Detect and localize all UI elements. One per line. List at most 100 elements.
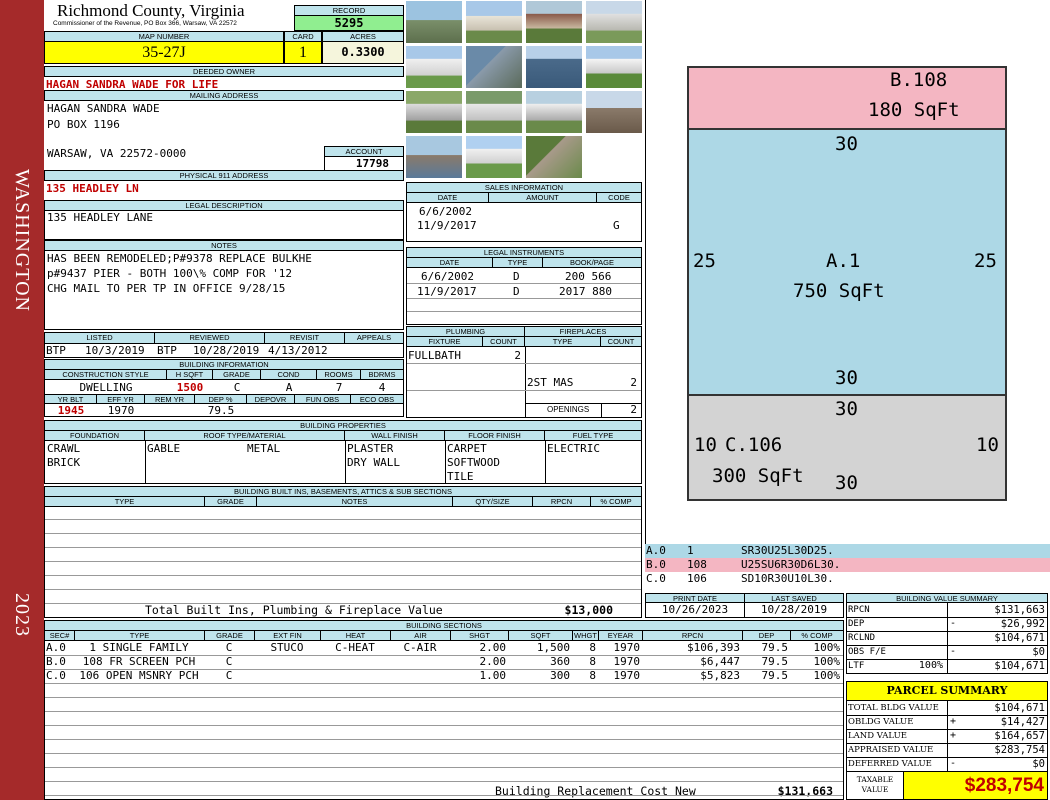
row-divider bbox=[45, 781, 843, 782]
card-number: 1 bbox=[284, 41, 322, 64]
taxable-label-line: VALUE bbox=[861, 785, 889, 794]
row-divider bbox=[407, 390, 641, 391]
year: 2023 bbox=[11, 593, 33, 637]
col-count: COUNT bbox=[601, 337, 641, 347]
instr-date: 6/6/2002 bbox=[421, 270, 474, 283]
col-eco-obs: ECO OBS bbox=[351, 394, 403, 404]
col-construction-style: CONSTRUCTION STYLE bbox=[45, 370, 167, 380]
divider bbox=[345, 441, 346, 483]
col-depovr: DEPOVR bbox=[247, 394, 295, 404]
section-cell: 106 OPEN MSNRY PCH bbox=[79, 669, 199, 682]
physical-address-label: PHYSICAL 911 ADDRESS bbox=[44, 170, 404, 181]
mailing-line-2: PO BOX 1196 bbox=[47, 118, 120, 131]
floor-finish: TILE bbox=[447, 470, 474, 483]
property-photo bbox=[525, 0, 583, 44]
bvs-label: RCLND bbox=[848, 633, 876, 643]
vector-row: B.0 108 U25SU6R30D6L30. bbox=[645, 558, 1050, 572]
col-rem-yr: REM YR bbox=[145, 394, 195, 404]
col-rooms: ROOMS bbox=[317, 370, 361, 380]
parcel-summary: TOTAL BLDG VALUE $104,671 OBLDG VALUE + $14,… bbox=[846, 700, 1048, 772]
floor-finish: CARPET bbox=[447, 442, 487, 455]
parcel-label: TOTAL BLDG VALUE bbox=[848, 703, 939, 713]
section-cell: 1970 bbox=[613, 669, 641, 682]
foundation: CRAWL bbox=[47, 442, 81, 455]
parcel-summary-label: PARCEL SUMMARY bbox=[846, 681, 1048, 701]
col-cond: COND bbox=[261, 370, 317, 380]
col-fuel-type: FUEL TYPE bbox=[545, 431, 641, 441]
roof-type: GABLE bbox=[147, 442, 181, 455]
sections-col-header: RPCN bbox=[643, 631, 743, 641]
vector-row: A.0 1 SR30U25L30D25. bbox=[645, 544, 1050, 558]
reviewed-by: BTP bbox=[157, 344, 177, 357]
col-foundation: FOUNDATION bbox=[45, 431, 145, 441]
fuel-type: ELECTRIC bbox=[547, 442, 600, 455]
section-cell: $106,393 bbox=[687, 641, 740, 654]
section-cell: STUCO bbox=[270, 641, 304, 654]
col-floor-finish: FLOOR FINISH bbox=[445, 431, 545, 441]
foundation: BRICK bbox=[47, 456, 81, 469]
dep-pct: 79.5 bbox=[207, 404, 235, 417]
review-row: LISTED REVIEWED REVISIT APPEALS BTP 10/3… bbox=[44, 332, 404, 358]
section-cell: 79.5 bbox=[761, 669, 789, 682]
vector-sec: A.0 bbox=[646, 544, 666, 557]
bvs-label: LTF bbox=[848, 661, 865, 671]
commissioner-address: Commissioner of the Revenue, PO Box 366,… bbox=[53, 20, 237, 27]
wall-finish: PLASTER bbox=[347, 442, 394, 455]
bvs-value: $104,671 bbox=[994, 660, 1045, 672]
parcel-label: APPRAISED VALUE bbox=[848, 745, 934, 755]
section-cell: 100% bbox=[813, 655, 841, 668]
section-cell: C-AIR bbox=[403, 641, 437, 654]
building-properties-table: FOUNDATION ROOF TYPE/MATERIAL WALL FINIS… bbox=[44, 430, 642, 484]
built-ins-total-label: Total Built Ins, Plumbing & Fireplace Va… bbox=[145, 603, 443, 617]
section-cell: 79.5 bbox=[761, 641, 789, 654]
notes-line-2: p#9437 PIER - BOTH 100\% COMP FOR '12 bbox=[47, 267, 293, 280]
section-cell: 1970 bbox=[613, 655, 641, 668]
building-sections-table: Building Replacement Cost New $131,663 S… bbox=[44, 630, 844, 800]
sections-col-header: WHGT bbox=[573, 631, 599, 641]
reviewed-date: 10/28/2019 bbox=[193, 344, 260, 357]
col-rpcn: RPCN bbox=[533, 497, 591, 507]
building-info-table: CONSTRUCTION STYLE H SQFT GRADE COND ROO… bbox=[44, 369, 404, 417]
parcel-label: LAND VALUE bbox=[848, 731, 907, 741]
bvs-value: $0 bbox=[1032, 646, 1045, 658]
sales-table: DATE AMOUNT CODE 6/6/2002 11/9/2017 G bbox=[406, 192, 642, 242]
bvs-label: RPCN bbox=[848, 605, 870, 615]
section-cell: 8 bbox=[589, 669, 596, 682]
vector-path: U25SU6R30D6L30. bbox=[741, 558, 841, 571]
row-divider bbox=[45, 697, 843, 698]
sketch-a-right: 25 bbox=[974, 250, 997, 272]
parcel-label: DEFERRED VALUE bbox=[848, 759, 932, 769]
grade: C bbox=[233, 381, 241, 394]
divider bbox=[145, 441, 146, 483]
mailing-line-1: HAGAN SANDRA WADE bbox=[47, 102, 160, 115]
col-grade: GRADE bbox=[213, 370, 261, 380]
col-fun-obs: FUN OBS bbox=[295, 394, 351, 404]
sections-col-header: SHGT bbox=[451, 631, 509, 641]
property-photo bbox=[585, 90, 643, 134]
plumbing-fireplace-table: PLUMBING FIREPLACES FIXTURE COUNT TYPE C… bbox=[406, 326, 642, 418]
section-cell: C bbox=[225, 641, 233, 654]
openings-count: 2 bbox=[630, 403, 637, 416]
parcel-value: $283,754 bbox=[994, 744, 1045, 756]
sales-col-date: DATE bbox=[407, 193, 489, 203]
property-photo bbox=[405, 45, 463, 89]
rooms: 7 bbox=[335, 381, 343, 394]
sketch-c-left: 10 bbox=[694, 434, 717, 456]
instr-type: D bbox=[513, 270, 520, 283]
section-cell: 108 FR SCREEN PCH bbox=[82, 655, 196, 668]
sections-col-header: TYPE bbox=[75, 631, 205, 641]
plumbing-count: 2 bbox=[514, 349, 521, 362]
floor-finish: SOFTWOOD bbox=[447, 456, 500, 469]
building-sketch: B.108 180 SqFt 30 25 25 A.1 750 SqFt 30 … bbox=[645, 0, 1050, 545]
section-cell: 100% bbox=[813, 641, 841, 654]
sales-col-amount: AMOUNT bbox=[489, 193, 597, 203]
sections-col-header: % COMP bbox=[791, 631, 843, 641]
instr-col-bookpage: BOOK/PAGE bbox=[543, 258, 641, 268]
last-saved-date: 10/28/2019 bbox=[744, 602, 844, 618]
listed-by: BTP bbox=[46, 344, 66, 357]
parcel-label: OBLDG VALUE bbox=[848, 717, 914, 727]
section-cell: 8 bbox=[589, 655, 596, 668]
col-notes: NOTES bbox=[257, 497, 453, 507]
col-type: TYPE bbox=[525, 337, 601, 347]
divider bbox=[525, 347, 526, 417]
